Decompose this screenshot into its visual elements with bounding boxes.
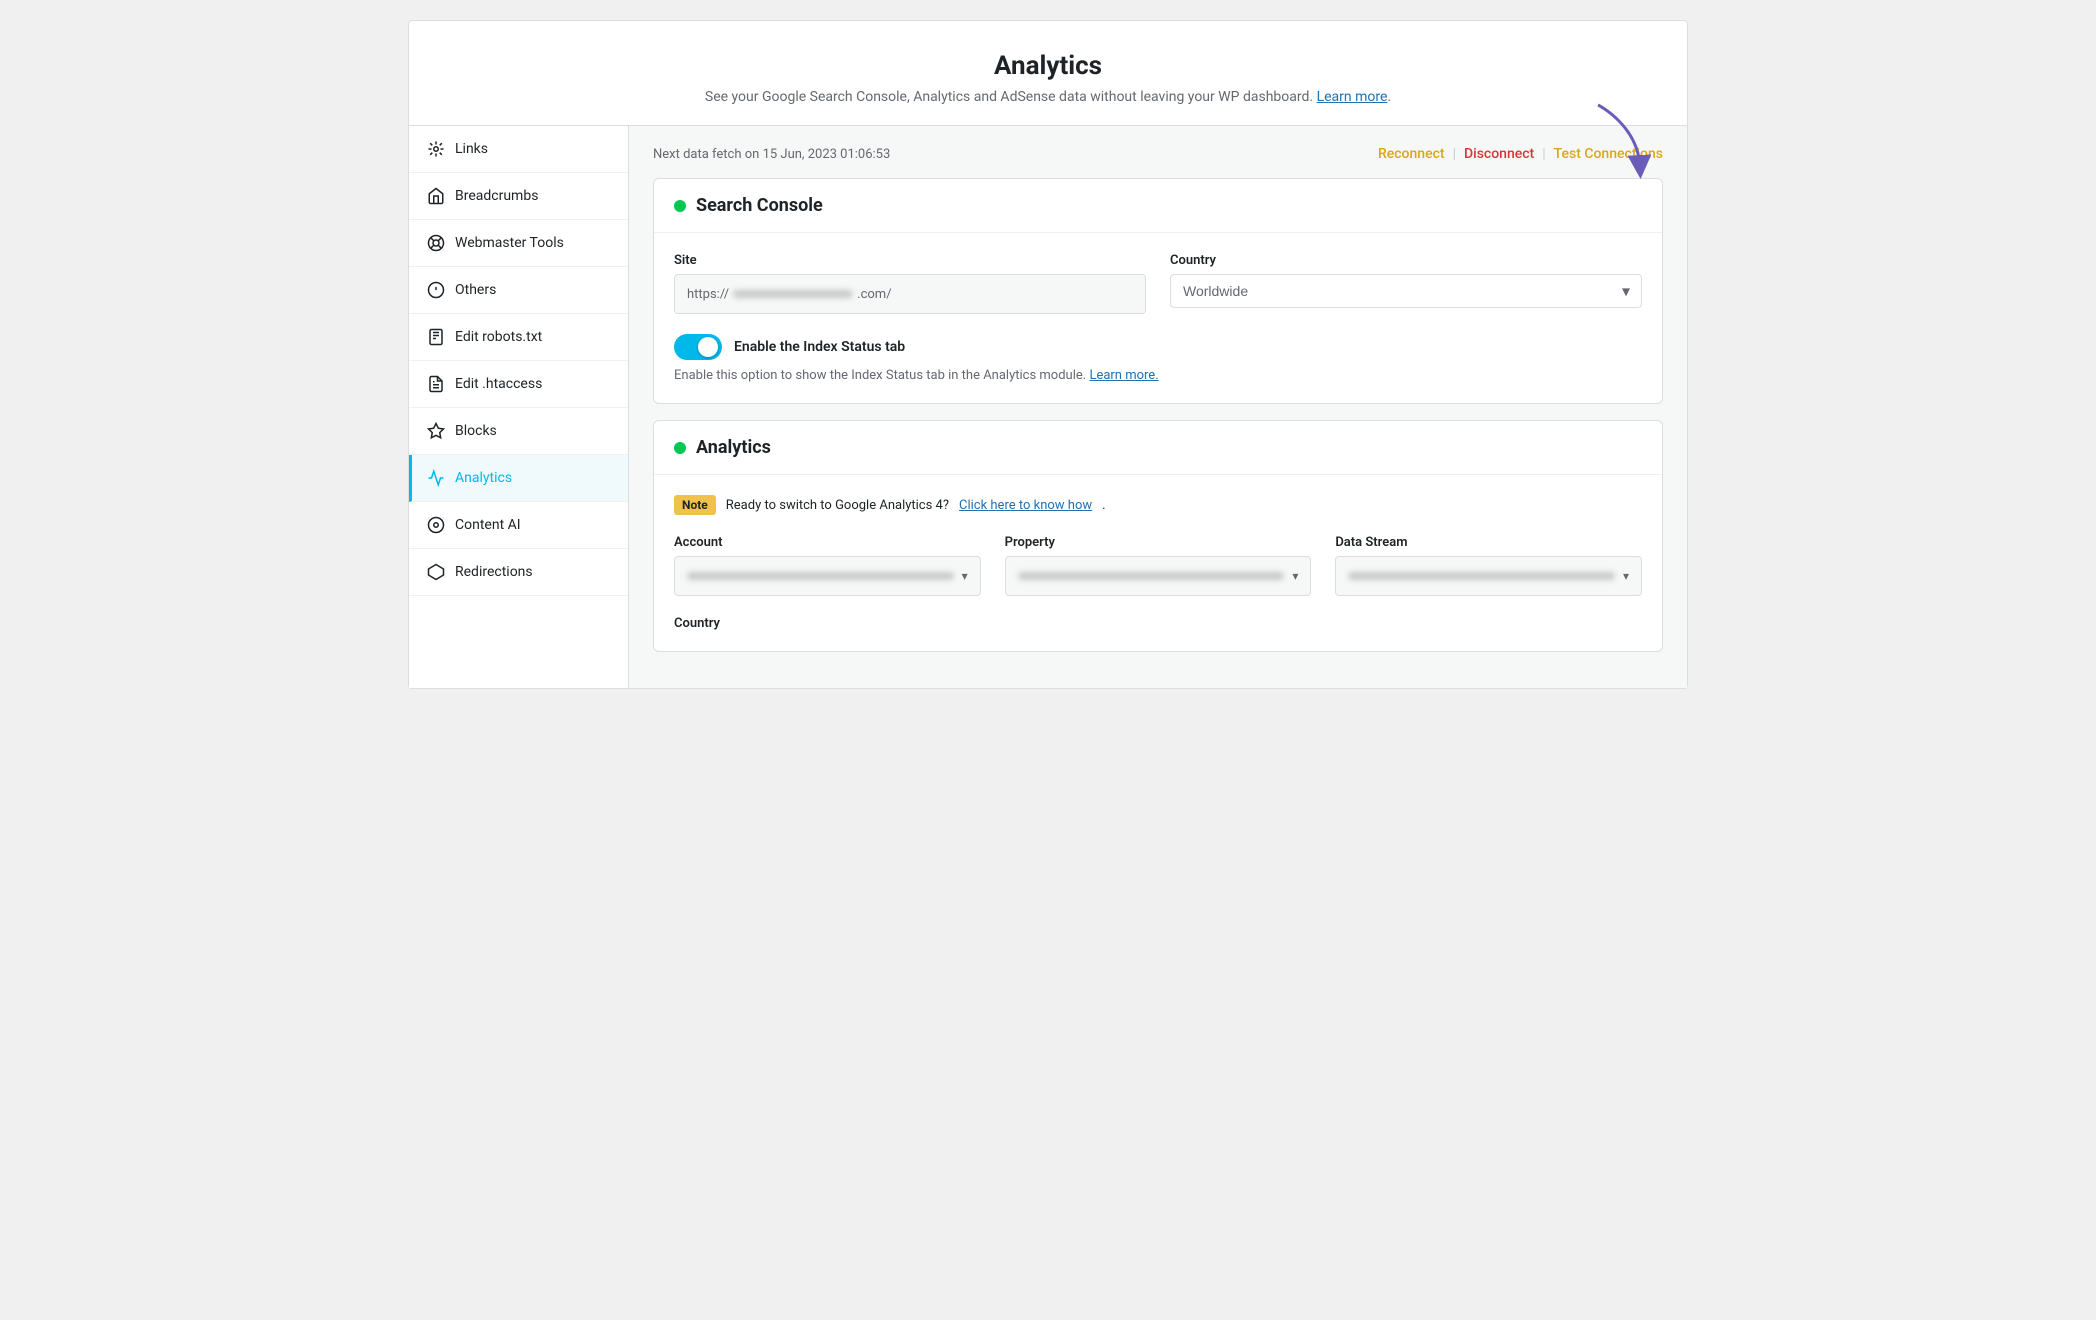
sidebar-item-breadcrumbs-label: Breadcrumbs xyxy=(455,188,538,204)
account-chevron-icon: ▾ xyxy=(962,569,968,583)
sidebar-item-edit-robots[interactable]: Edit robots.txt xyxy=(409,314,628,361)
sidebar-item-blocks[interactable]: Blocks xyxy=(409,408,628,455)
page-container: Analytics See your Google Search Console… xyxy=(408,20,1688,689)
property-field-group: Property ▾ xyxy=(1005,535,1312,596)
analytics-icon xyxy=(427,469,445,487)
edit-htaccess-icon xyxy=(427,375,445,393)
sidebar-item-links-label: Links xyxy=(455,141,488,157)
note-link[interactable]: Click here to know how xyxy=(959,498,1092,513)
reconnect-link[interactable]: Reconnect xyxy=(1378,146,1445,162)
webmaster-tools-icon xyxy=(427,234,445,252)
property-chevron-icon: ▾ xyxy=(1292,569,1298,583)
search-console-status-dot xyxy=(674,200,686,212)
sidebar-item-webmaster-tools-label: Webmaster Tools xyxy=(455,235,564,251)
breadcrumbs-icon xyxy=(427,187,445,205)
header-learn-more-link[interactable]: Learn more xyxy=(1317,89,1388,105)
redirections-icon xyxy=(427,563,445,581)
note-bar: Note Ready to switch to Google Analytics… xyxy=(674,495,1642,515)
property-label: Property xyxy=(1005,535,1312,550)
site-blurred xyxy=(733,290,853,298)
sidebar-item-edit-htaccess[interactable]: Edit .htaccess xyxy=(409,361,628,408)
sidebar-item-analytics-label: Analytics xyxy=(455,470,512,486)
site-input-wrapper: https:// .com/ xyxy=(674,274,1146,314)
data-stream-label: Data Stream xyxy=(1335,535,1642,550)
data-stream-field-group: Data Stream ▾ xyxy=(1335,535,1642,596)
toggle-label: Enable the Index Status tab xyxy=(734,339,905,355)
property-select[interactable]: ▾ xyxy=(1005,556,1312,596)
data-stream-select[interactable]: ▾ xyxy=(1335,556,1642,596)
sidebar-item-edit-robots-label: Edit robots.txt xyxy=(455,329,542,345)
country-label: Country xyxy=(1170,253,1642,268)
sidebar-item-breadcrumbs[interactable]: Breadcrumbs xyxy=(409,173,628,220)
toggle-track xyxy=(674,334,722,360)
search-console-title: Search Console xyxy=(696,195,823,216)
note-text: Ready to switch to Google Analytics 4? xyxy=(726,498,949,513)
search-console-body: Site https:// .com/ Country WorldwideUni… xyxy=(654,233,1662,403)
content-ai-icon xyxy=(427,516,445,534)
property-blurred-bar xyxy=(1018,572,1285,580)
analytics-country-label: Country xyxy=(674,616,934,631)
site-field-group: Site https:// .com/ xyxy=(674,253,1146,314)
separator-2: | xyxy=(1542,146,1545,162)
sidebar: Links Breadcrumbs Webmaster Tools xyxy=(409,126,629,688)
data-stream-chevron-icon: ▾ xyxy=(1623,569,1629,583)
sidebar-item-webmaster-tools[interactable]: Webmaster Tools xyxy=(409,220,628,267)
sidebar-item-analytics[interactable]: Analytics xyxy=(409,455,628,502)
toggle-learn-more-link[interactable]: Learn more. xyxy=(1089,368,1158,383)
next-fetch-text: Next data fetch on 15 Jun, 2023 01:06:53 xyxy=(653,147,890,162)
note-badge: Note xyxy=(674,495,716,515)
sidebar-item-edit-htaccess-label: Edit .htaccess xyxy=(455,376,542,392)
analytics-section-header: Analytics xyxy=(654,421,1662,475)
toggle-thumb xyxy=(698,337,718,357)
sidebar-item-links[interactable]: Links xyxy=(409,126,628,173)
toggle-desc: Enable this option to show the Index Sta… xyxy=(674,368,1642,383)
sidebar-item-redirections[interactable]: Redirections xyxy=(409,549,628,596)
site-country-row: Site https:// .com/ Country WorldwideUni… xyxy=(674,253,1642,314)
top-bar: Next data fetch on 15 Jun, 2023 01:06:53… xyxy=(653,146,1663,162)
analytics-fields-row: Account ▾ Property ▾ xyxy=(674,535,1642,596)
account-field-group: Account ▾ xyxy=(674,535,981,596)
main-layout: Links Breadcrumbs Webmaster Tools xyxy=(408,125,1688,689)
arrow-annotation xyxy=(1578,95,1658,185)
country-select[interactable]: WorldwideUnited StatesUnited Kingdom xyxy=(1170,274,1642,308)
main-content: Next data fetch on 15 Jun, 2023 01:06:53… xyxy=(629,126,1687,688)
search-console-header: Search Console xyxy=(654,179,1662,233)
search-console-card: Search Console Site https:// .com/ xyxy=(653,178,1663,404)
data-stream-blurred-bar xyxy=(1348,572,1615,580)
links-icon xyxy=(427,140,445,158)
index-status-toggle-row: Enable the Index Status tab xyxy=(674,334,1642,360)
sidebar-item-content-ai[interactable]: Content AI xyxy=(409,502,628,549)
analytics-country-group: Country xyxy=(674,616,934,631)
sidebar-item-others[interactable]: Others xyxy=(409,267,628,314)
analytics-section-title: Analytics xyxy=(696,437,771,458)
sidebar-item-content-ai-label: Content AI xyxy=(455,517,521,533)
analytics-status-dot xyxy=(674,442,686,454)
index-status-toggle[interactable] xyxy=(674,334,722,360)
page-title: Analytics xyxy=(429,51,1667,81)
others-icon xyxy=(427,281,445,299)
disconnect-link[interactable]: Disconnect xyxy=(1464,146,1534,162)
account-label: Account xyxy=(674,535,981,550)
account-select[interactable]: ▾ xyxy=(674,556,981,596)
separator-1: | xyxy=(1453,146,1456,162)
site-label: Site xyxy=(674,253,1146,268)
analytics-card: Analytics Note Ready to switch to Google… xyxy=(653,420,1663,652)
edit-robots-icon xyxy=(427,328,445,346)
country-select-wrapper[interactable]: WorldwideUnited StatesUnited Kingdom xyxy=(1170,274,1642,308)
sidebar-item-redirections-label: Redirections xyxy=(455,564,533,580)
page-header: Analytics See your Google Search Console… xyxy=(408,20,1688,125)
page-subtitle: See your Google Search Console, Analytic… xyxy=(429,89,1667,105)
country-field-group: Country WorldwideUnited StatesUnited Kin… xyxy=(1170,253,1642,314)
sidebar-item-others-label: Others xyxy=(455,282,496,298)
sidebar-item-blocks-label: Blocks xyxy=(455,423,497,439)
analytics-section-body: Note Ready to switch to Google Analytics… xyxy=(654,475,1662,651)
blocks-icon xyxy=(427,422,445,440)
account-blurred-bar xyxy=(687,572,954,580)
